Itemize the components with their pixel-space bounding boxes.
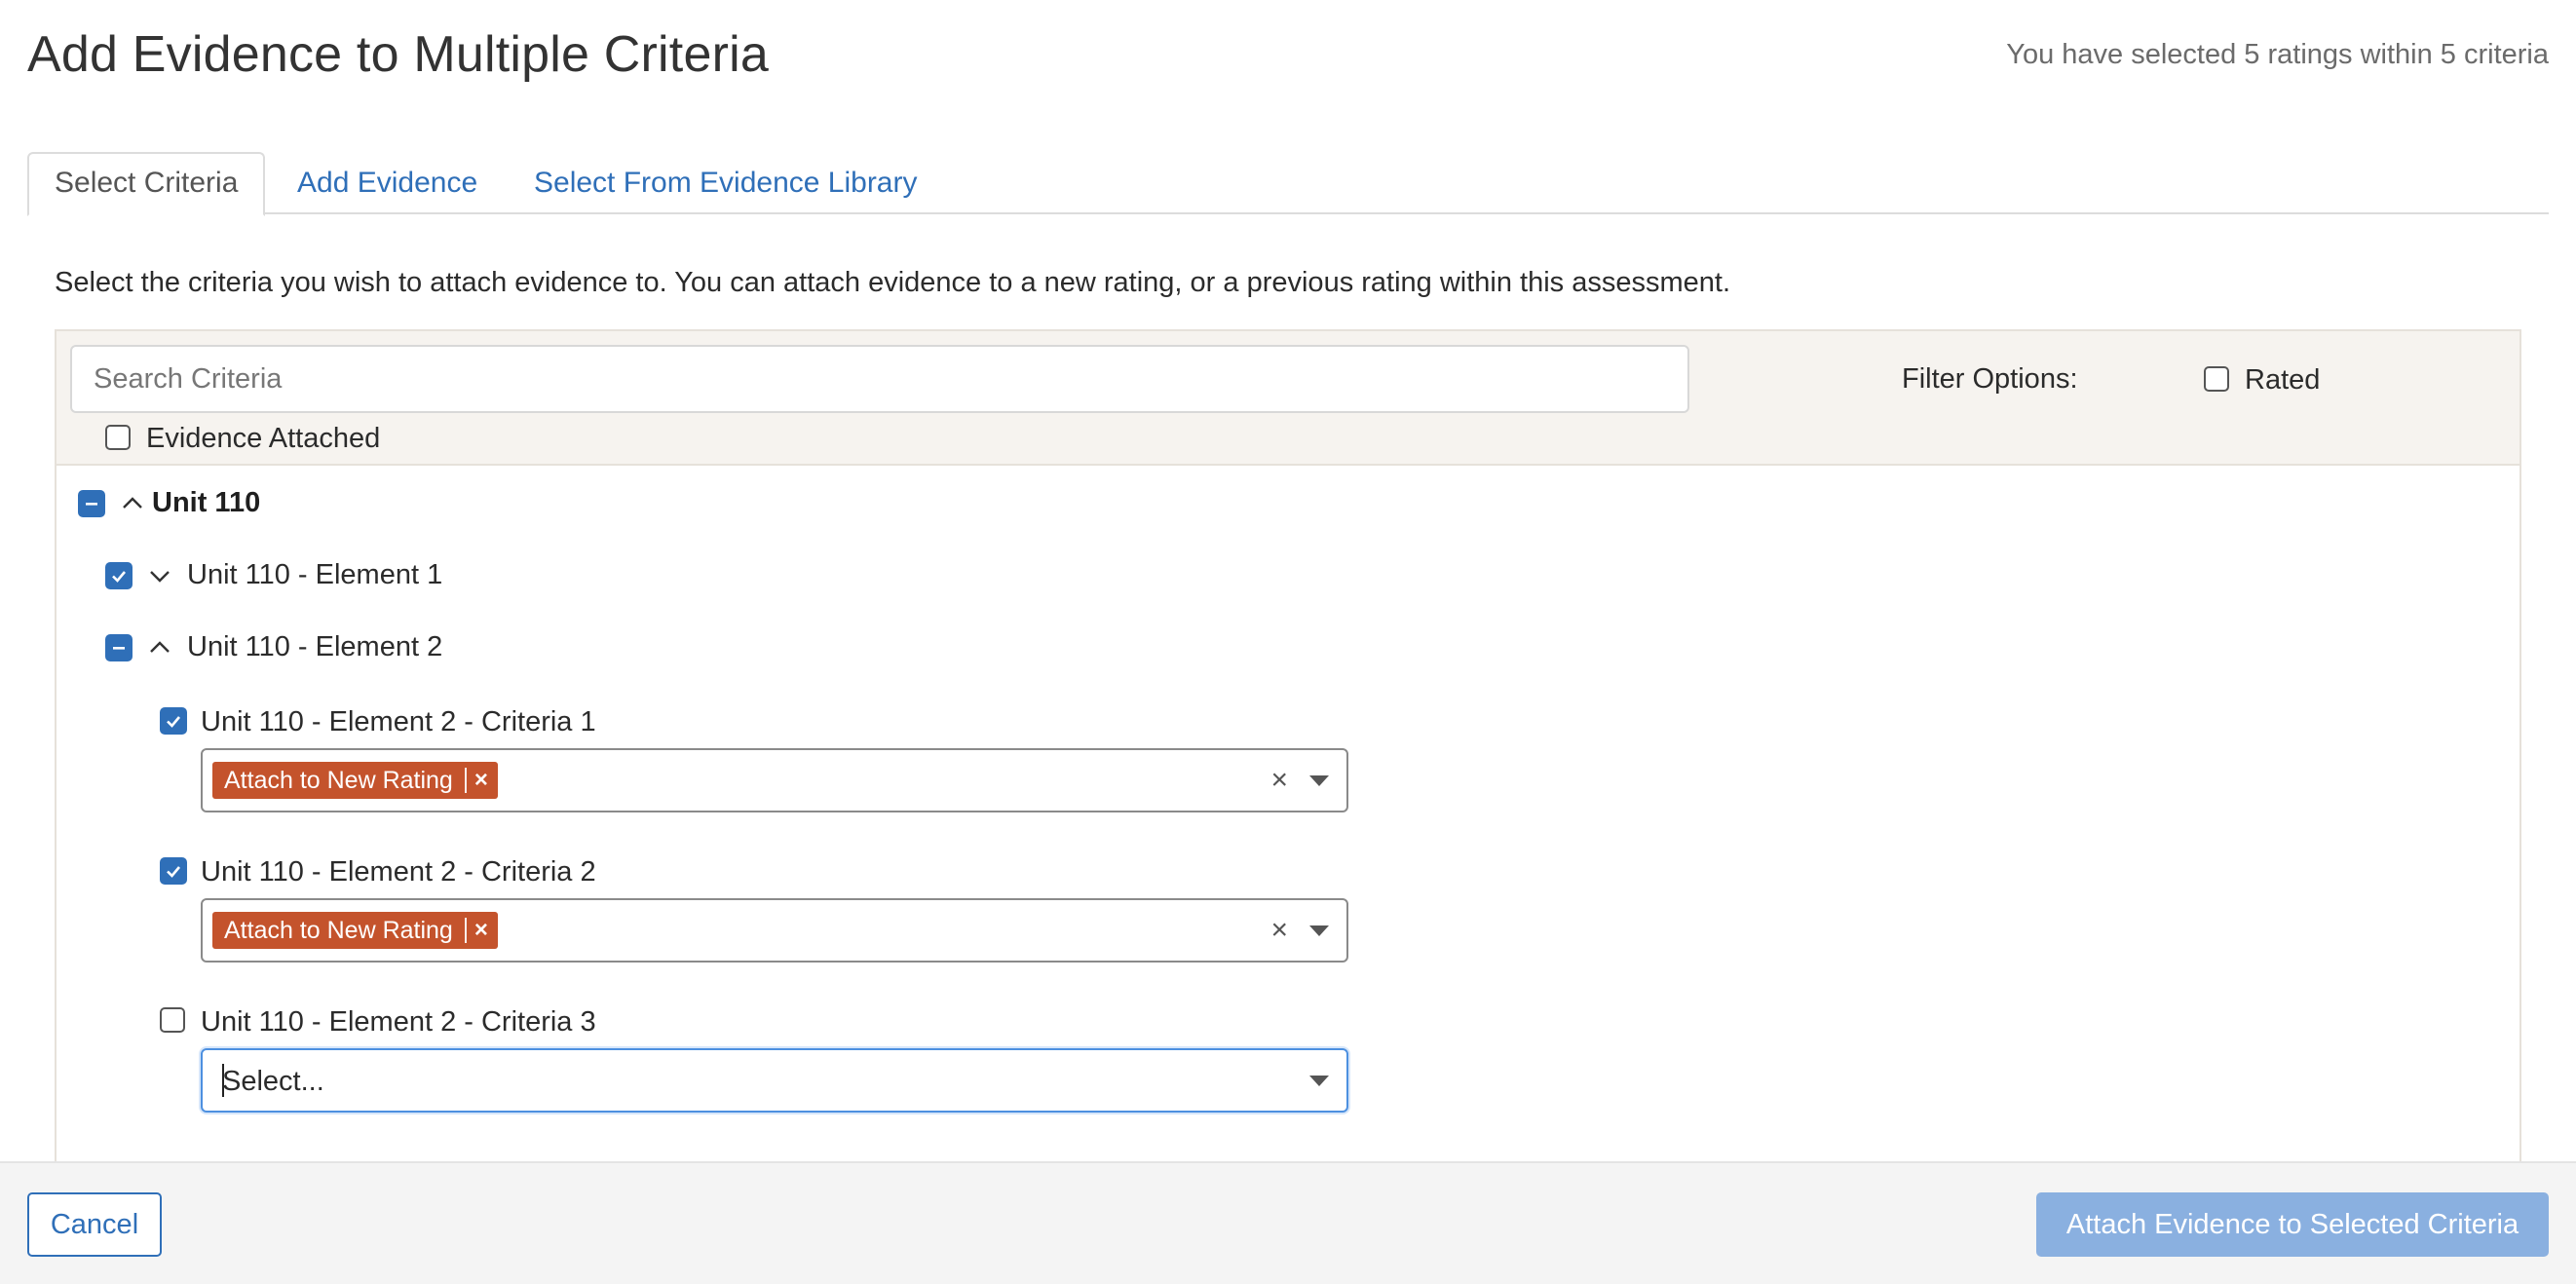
attach-new-rating-chip: Attach to New Rating ×: [212, 912, 498, 949]
chip-remove-icon[interactable]: ×: [474, 912, 488, 949]
caret-down-icon[interactable]: [1309, 925, 1329, 936]
chip-divider: [464, 918, 467, 943]
add-evidence-modal: Add Evidence to Multiple Criteria You ha…: [0, 0, 2576, 1284]
check-icon: [167, 866, 180, 878]
caret-down-icon[interactable]: [1309, 775, 1329, 786]
cancel-button[interactable]: Cancel: [27, 1192, 162, 1257]
criteria-1-rating-select[interactable]: Attach to New Rating × ×: [201, 748, 1348, 812]
evidence-attached-checkbox[interactable]: [105, 425, 131, 450]
page-title: Add Evidence to Multiple Criteria: [27, 26, 769, 83]
filter-options-label: Filter Options:: [1902, 363, 2078, 395]
chevron-down-icon[interactable]: [146, 562, 173, 589]
chip-label: Attach to New Rating: [224, 917, 453, 944]
criteria-2-checkbox[interactable]: [160, 857, 187, 885]
chevron-up-icon[interactable]: [146, 634, 173, 661]
unit-checkbox[interactable]: [78, 490, 105, 517]
search-input[interactable]: [70, 345, 1689, 413]
criteria-3-checkbox[interactable]: [160, 1007, 185, 1033]
minus-icon: [113, 647, 125, 650]
select-placeholder: Select...: [222, 1066, 324, 1097]
attach-evidence-button[interactable]: Attach Evidence to Selected Criteria: [2036, 1192, 2549, 1257]
criteria-2-label[interactable]: Unit 110 - Element 2 - Criteria 2: [201, 856, 596, 888]
tab-bar: Select Criteria Add Evidence Select From…: [27, 152, 2549, 216]
chevron-up-icon[interactable]: [119, 490, 146, 517]
caret-down-icon[interactable]: [1309, 1076, 1329, 1086]
criteria-1-label[interactable]: Unit 110 - Element 2 - Criteria 1: [201, 706, 596, 738]
instructions-text: Select the criteria you wish to attach e…: [55, 267, 1731, 298]
tab-select-criteria[interactable]: Select Criteria: [27, 152, 266, 216]
criteria-1-checkbox[interactable]: [160, 707, 187, 735]
element-2-checkbox[interactable]: [105, 634, 133, 661]
criteria-3-label[interactable]: Unit 110 - Element 2 - Criteria 3: [201, 1006, 596, 1039]
tab-add-evidence[interactable]: Add Evidence: [297, 152, 477, 214]
modal-footer: Cancel Attach Evidence to Selected Crite…: [0, 1161, 2576, 1284]
rated-checkbox[interactable]: [2204, 366, 2229, 392]
element-1-label[interactable]: Unit 110 - Element 1: [187, 559, 442, 591]
attach-new-rating-chip: Attach to New Rating ×: [212, 762, 498, 799]
minus-icon: [86, 503, 97, 506]
element-1-checkbox[interactable]: [105, 562, 133, 589]
check-icon: [167, 716, 180, 728]
criteria-panel: Filter Options: Rated Evidence Attached …: [55, 329, 2521, 1167]
chip-label: Attach to New Rating: [224, 767, 453, 794]
filter-bar: Filter Options: Rated Evidence Attached: [57, 331, 2519, 466]
check-icon: [112, 571, 126, 583]
chip-remove-icon[interactable]: ×: [474, 762, 488, 799]
tab-evidence-library[interactable]: Select From Evidence Library: [534, 152, 918, 214]
element-2-label[interactable]: Unit 110 - Element 2: [187, 631, 442, 663]
chip-divider: [464, 768, 467, 793]
criteria-2-rating-select[interactable]: Attach to New Rating × ×: [201, 898, 1348, 963]
evidence-attached-label: Evidence Attached: [146, 423, 381, 454]
criteria-3-rating-select[interactable]: Select...: [201, 1048, 1348, 1113]
unit-label[interactable]: Unit 110: [152, 487, 260, 519]
rated-label: Rated: [2245, 364, 2321, 396]
clear-icon[interactable]: ×: [1270, 766, 1288, 795]
clear-icon[interactable]: ×: [1270, 916, 1288, 945]
selection-summary: You have selected 5 ratings within 5 cri…: [2006, 39, 2549, 70]
